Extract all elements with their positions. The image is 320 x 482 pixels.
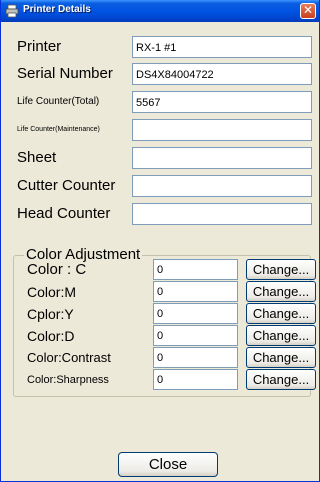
head-counter-label: Head Counter: [17, 205, 111, 222]
color-d-label: Color:D: [27, 328, 75, 344]
color-contrast-field[interactable]: [153, 347, 238, 368]
close-window-button[interactable]: ✕: [300, 3, 316, 19]
cutter-counter-label: Cutter Counter: [17, 177, 116, 194]
window-title: Printer Details: [23, 4, 91, 15]
color-d-field[interactable]: [153, 325, 238, 346]
printer-field[interactable]: [132, 36, 312, 58]
serial-number-row: Serial Number: [11, 62, 317, 86]
serial-number-field[interactable]: [132, 63, 312, 85]
color-d-row: Color:D Change...: [27, 325, 317, 347]
color-y-field[interactable]: [153, 303, 238, 324]
color-m-field[interactable]: [153, 281, 238, 302]
change-color-c-button[interactable]: Change...: [246, 259, 316, 280]
printer-details-window: Printer Details ✕ Printer Serial Number …: [0, 0, 320, 482]
close-button[interactable]: Close: [118, 452, 218, 477]
color-m-row: Color:M Change...: [27, 281, 317, 303]
color-c-row: Color : C Change...: [27, 259, 317, 281]
life-counter-maintenance-field[interactable]: [132, 119, 312, 141]
sheet-label: Sheet: [17, 149, 57, 166]
color-m-label: Color:M: [27, 284, 77, 300]
change-color-sharpness-button[interactable]: Change...: [246, 369, 316, 390]
color-y-label: Cplor:Y: [27, 306, 74, 322]
color-sharpness-label: Color:Sharpness: [27, 374, 109, 386]
head-counter-field[interactable]: [132, 203, 312, 225]
cutter-counter-field[interactable]: [132, 175, 312, 197]
printer-label: Printer: [17, 38, 62, 55]
change-color-m-button[interactable]: Change...: [246, 281, 316, 302]
sheet-row: Sheet: [11, 146, 317, 170]
head-counter-row: Head Counter: [11, 202, 317, 226]
printer-row: Printer: [11, 35, 317, 59]
color-contrast-row: Color:Contrast Change...: [27, 347, 317, 369]
life-counter-total-row: Life Counter(Total): [11, 90, 317, 114]
title-bar[interactable]: Printer Details ✕: [1, 0, 319, 22]
change-color-d-button[interactable]: Change...: [246, 325, 316, 346]
color-c-field[interactable]: [153, 259, 238, 280]
color-sharpness-row: Color:Sharpness Change...: [27, 369, 317, 391]
sheet-field[interactable]: [132, 147, 312, 169]
change-color-contrast-button[interactable]: Change...: [246, 347, 316, 368]
color-adjustment-group: Color Adjustment Color : C Change... Col…: [13, 246, 316, 397]
life-counter-total-field[interactable]: [132, 91, 312, 113]
color-contrast-label: Color:Contrast: [27, 350, 111, 365]
serial-number-label: Serial Number: [17, 65, 113, 82]
cutter-counter-row: Cutter Counter: [11, 174, 317, 198]
printer-icon: [5, 4, 19, 18]
life-counter-maintenance-label: Life Counter(Maintenance): [17, 126, 100, 133]
color-c-label: Color : C: [27, 261, 87, 278]
close-icon: ✕: [302, 3, 314, 17]
color-y-row: Cplor:Y Change...: [27, 303, 317, 325]
change-color-y-button[interactable]: Change...: [246, 303, 316, 324]
life-counter-maintenance-row: Life Counter(Maintenance): [11, 118, 317, 142]
life-counter-total-label: Life Counter(Total): [17, 96, 100, 107]
color-sharpness-field[interactable]: [153, 369, 238, 390]
